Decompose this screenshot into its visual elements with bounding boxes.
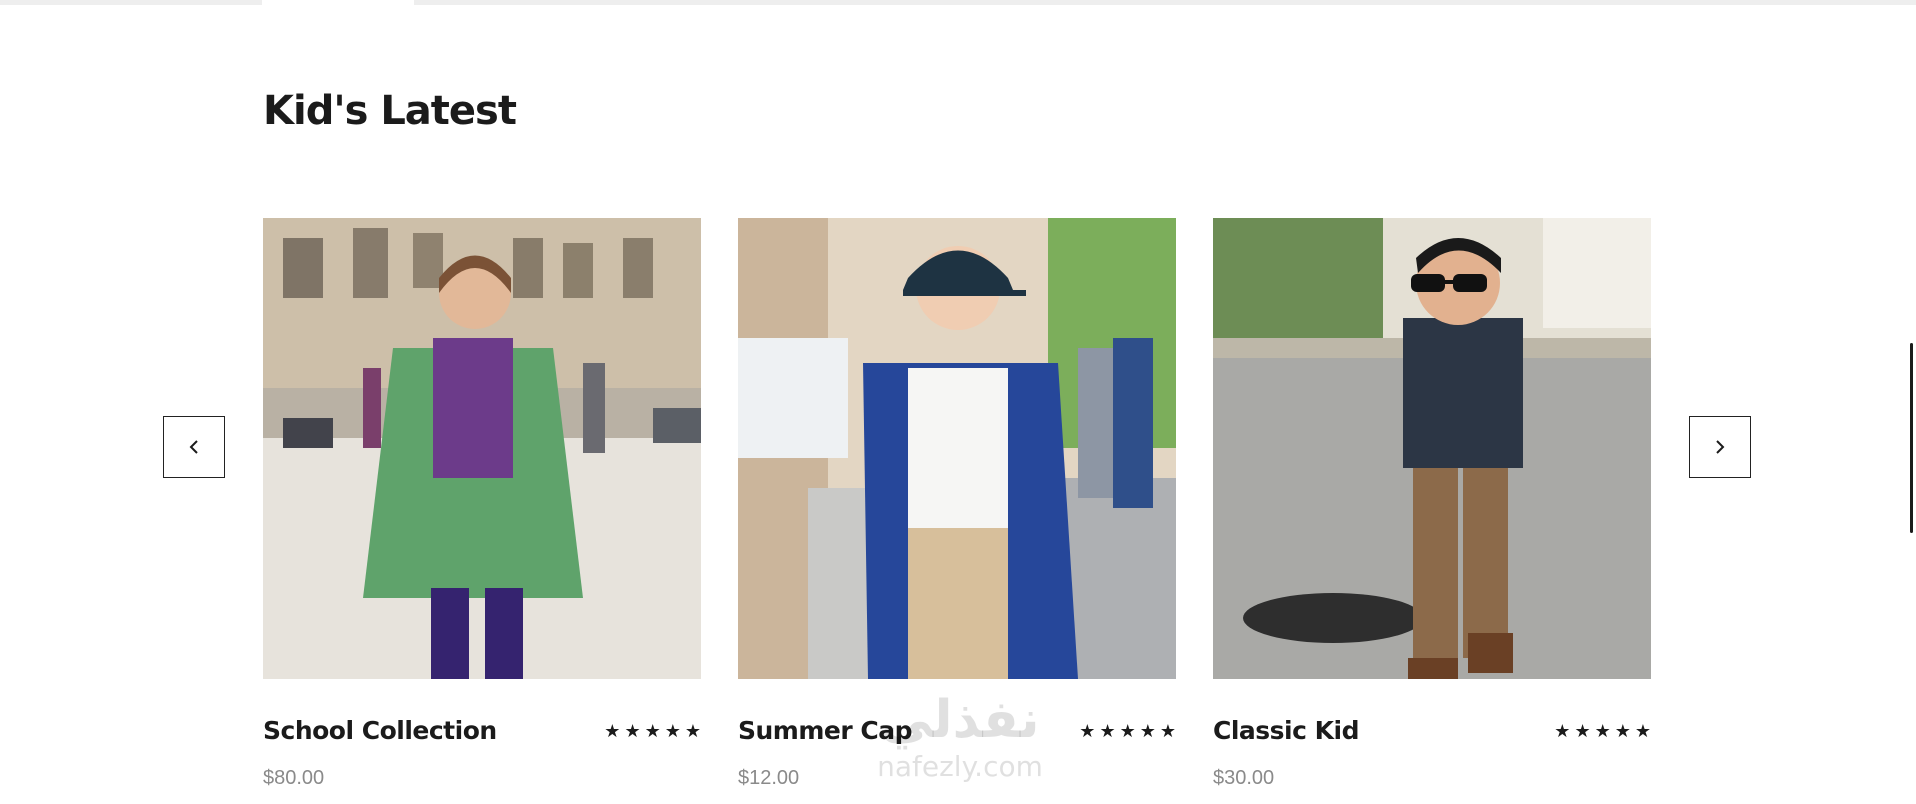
star-rating: ★ ★ ★ ★ ★ bbox=[1079, 722, 1176, 740]
section-title: Kid's Latest bbox=[263, 88, 517, 134]
star-rating: ★ ★ ★ ★ ★ bbox=[604, 722, 701, 740]
star-icon: ★ bbox=[1554, 720, 1571, 741]
star-icon: ★ bbox=[604, 720, 621, 741]
product-card[interactable]: Summer Cap ★ ★ ★ ★ ★ $12.00 bbox=[738, 218, 1176, 790]
carousel-prev-button[interactable] bbox=[163, 416, 225, 478]
star-icon: ★ bbox=[1099, 720, 1116, 741]
star-rating: ★ ★ ★ ★ ★ bbox=[1554, 722, 1651, 740]
star-icon: ★ bbox=[684, 720, 701, 741]
carousel-next-button[interactable] bbox=[1689, 416, 1751, 478]
star-icon: ★ bbox=[644, 720, 661, 741]
top-divider bbox=[0, 0, 1916, 5]
page: Kid's Latest School Collection ★ ★ ★ ★ ★… bbox=[0, 0, 1916, 804]
star-icon: ★ bbox=[1159, 720, 1176, 741]
star-icon: ★ bbox=[1634, 720, 1651, 741]
product-card[interactable]: School Collection ★ ★ ★ ★ ★ $80.00 bbox=[263, 218, 701, 790]
chevron-left-icon bbox=[189, 440, 198, 454]
star-icon: ★ bbox=[1079, 720, 1096, 741]
star-icon: ★ bbox=[664, 720, 681, 741]
star-icon: ★ bbox=[1574, 720, 1591, 741]
product-card[interactable]: Classic Kid ★ ★ ★ ★ ★ $30.00 bbox=[1213, 218, 1651, 790]
product-carousel: School Collection ★ ★ ★ ★ ★ $80.00 Summe… bbox=[263, 218, 1651, 790]
product-price: $30.00 bbox=[1213, 767, 1275, 789]
product-image[interactable] bbox=[263, 218, 701, 679]
star-icon: ★ bbox=[1119, 720, 1136, 741]
product-image[interactable] bbox=[738, 218, 1176, 679]
product-image[interactable] bbox=[1213, 218, 1651, 679]
star-icon: ★ bbox=[624, 720, 641, 741]
chevron-right-icon bbox=[1716, 440, 1725, 454]
star-icon: ★ bbox=[1614, 720, 1631, 741]
product-price: $12.00 bbox=[738, 767, 800, 789]
star-icon: ★ bbox=[1594, 720, 1611, 741]
product-title[interactable]: School Collection bbox=[263, 716, 497, 745]
product-title[interactable]: Summer Cap bbox=[738, 716, 913, 745]
product-price: $80.00 bbox=[263, 767, 325, 789]
star-icon: ★ bbox=[1139, 720, 1156, 741]
top-divider-active-segment bbox=[262, 0, 414, 5]
scrollbar-thumb[interactable] bbox=[1910, 343, 1913, 533]
product-title[interactable]: Classic Kid bbox=[1213, 716, 1359, 745]
